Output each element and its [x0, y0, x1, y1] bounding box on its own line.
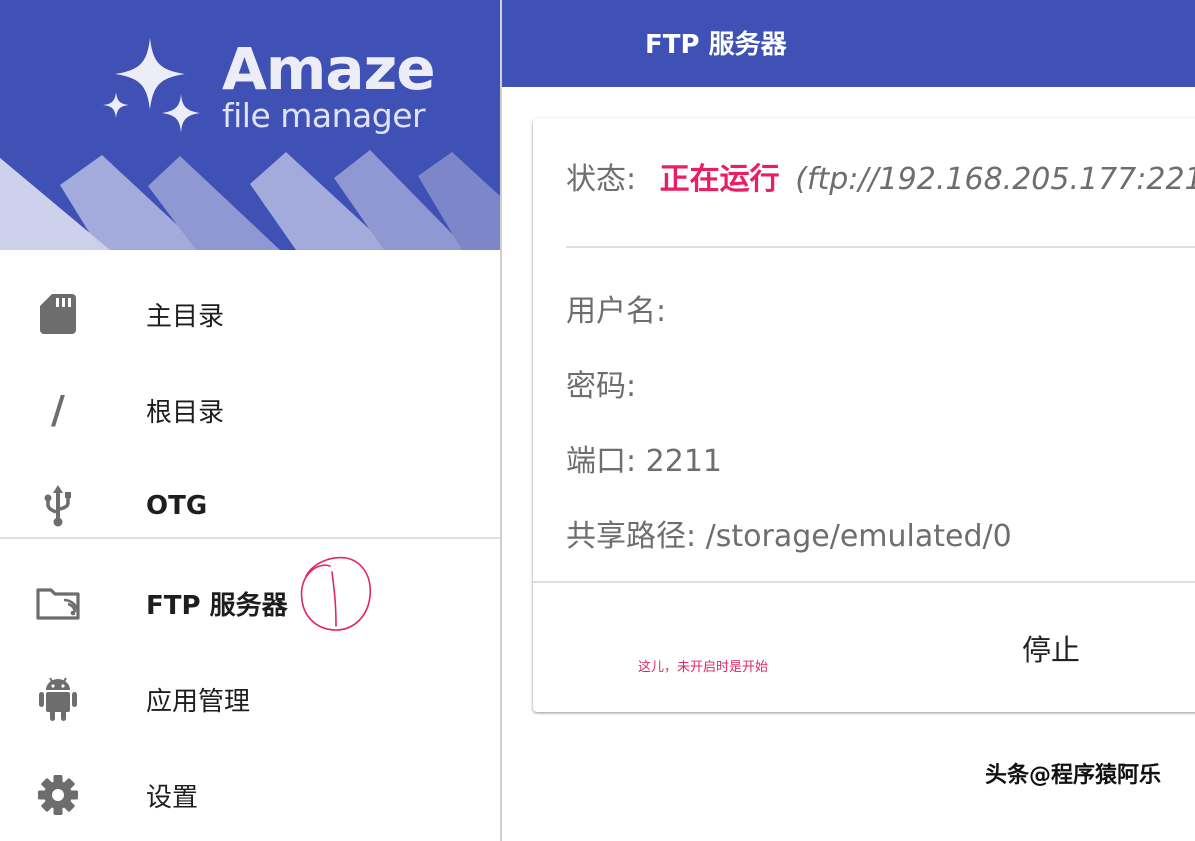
drawer-item-ftp-server[interactable]: FTP 服务器: [0, 555, 500, 651]
username-row: 用户名:: [566, 294, 667, 329]
stop-button[interactable]: 停止: [990, 620, 1112, 676]
ftp-status-row: 状态: 正在运行 (ftp://192.168.205.177:2211): [566, 154, 1195, 198]
drawer-item-label: 主目录: [146, 301, 225, 332]
app-bar: FTP 服务器: [502, 0, 1195, 87]
port-row: 端口: 2211: [566, 444, 722, 479]
share-path-row: 共享路径: /storage/emulated/0: [566, 519, 1012, 554]
drawer-item-root[interactable]: / 根目录: [0, 362, 500, 458]
drawer-item-label: FTP 服务器: [146, 590, 288, 621]
drawer-divider: [0, 537, 500, 539]
navigation-drawer: Amaze file manager 主目录 / 根目录 OTG FTP 服务器…: [0, 0, 502, 841]
drawer-item-label: 设置: [146, 782, 199, 813]
drawer-item-label: 根目录: [146, 397, 225, 428]
ftp-folder-icon: [34, 579, 82, 627]
password-row: 密码:: [566, 369, 637, 404]
brand-title: Amaze: [222, 35, 436, 103]
status-value: 正在运行: [659, 162, 780, 197]
status-label: 状态:: [566, 162, 637, 197]
app-window: Amaze file manager 主目录 / 根目录 OTG FTP 服务器…: [0, 0, 1195, 841]
usb-icon: [34, 482, 82, 530]
ftp-url: (ftp://192.168.205.177:2211): [795, 162, 1195, 197]
brand-subtitle: file manager: [222, 96, 426, 135]
android-icon: [34, 675, 82, 723]
sd-card-icon: [34, 290, 82, 338]
drawer-item-label: OTG: [146, 491, 208, 521]
gear-icon: [34, 771, 82, 819]
annotation-circle: [300, 556, 371, 631]
drawer-item-app-manager[interactable]: 应用管理: [0, 651, 500, 747]
slash-glyph: /: [51, 388, 65, 432]
drawer-item-settings[interactable]: 设置: [0, 747, 500, 841]
annotation-note: 这儿，未开启时是开始: [638, 660, 769, 675]
drawer-item-home[interactable]: 主目录: [0, 266, 500, 362]
card-divider: [566, 246, 1195, 248]
drawer-item-otg[interactable]: OTG: [0, 458, 500, 554]
drawer-header: Amaze file manager: [0, 0, 500, 250]
slash-icon: /: [34, 386, 82, 434]
drawer-item-label: 应用管理: [146, 686, 251, 717]
page-title: FTP 服务器: [645, 30, 787, 60]
amaze-logo-icon: [103, 38, 200, 133]
card-divider: [533, 581, 1195, 583]
watermark: 头条@程序猿阿乐: [985, 763, 1162, 788]
